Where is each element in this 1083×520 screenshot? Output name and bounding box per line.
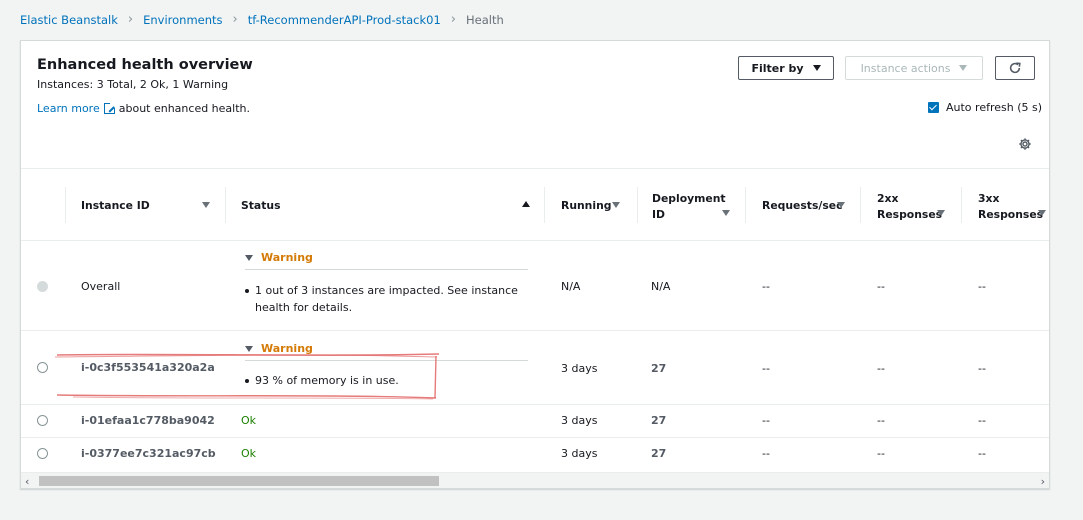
caret-down-icon [245, 254, 253, 261]
row-2xx: -- [877, 414, 885, 427]
gear-icon[interactable] [1018, 137, 1032, 151]
column-header-deployment-id[interactable]: Deployment ID [652, 191, 726, 223]
refresh-button[interactable] [995, 56, 1035, 80]
column-divider [961, 187, 962, 223]
column-header-2xx-line1: 2xx [877, 192, 899, 205]
caret-down-icon [812, 65, 821, 71]
breadcrumb-elastic-beanstalk[interactable]: Elastic Beanstalk [20, 13, 118, 27]
column-header-2xx[interactable]: 2xx Responses [877, 191, 942, 223]
row-2xx: -- [877, 447, 885, 460]
horizontal-scrollbar[interactable]: ‹ › [21, 472, 1049, 488]
row-2xx: -- [877, 280, 885, 293]
row-instance-id[interactable]: i-01efaa1c778ba9042 [81, 414, 215, 427]
row-deployment-id: N/A [651, 280, 671, 293]
sort-ascending-icon[interactable] [522, 201, 530, 207]
caret-down-icon [959, 65, 968, 71]
row-3xx: -- [978, 280, 986, 293]
enhanced-health-panel: Enhanced health overview Instances: 3 To… [20, 40, 1050, 489]
filter-by-button[interactable]: Filter by [738, 56, 834, 80]
row-deployment-id: 27 [651, 447, 667, 460]
row-divider [21, 404, 1049, 405]
scroll-right-icon[interactable]: › [1041, 475, 1045, 488]
cause-text-line1: 1 out of 3 instances are impacted. See i… [255, 284, 518, 297]
breadcrumb: Elastic Beanstalk › Environments › tf-Re… [20, 12, 504, 27]
instance-actions-label: Instance actions [860, 61, 951, 75]
row-select-radio[interactable] [37, 362, 48, 373]
row-running: 3 days [561, 362, 598, 375]
auto-refresh-toggle[interactable]: Auto refresh (5 s) [928, 101, 1042, 114]
row-running: N/A [561, 280, 581, 293]
sort-icon[interactable] [837, 202, 845, 208]
row-2xx: -- [877, 362, 885, 375]
row-select-radio[interactable] [37, 415, 48, 426]
refresh-icon [1009, 62, 1021, 74]
row-divider [21, 330, 1049, 331]
column-header-status[interactable]: Status [241, 199, 281, 212]
row-3xx: -- [978, 447, 986, 460]
learn-more-link[interactable]: Learn more [37, 102, 100, 115]
row-running: 3 days [561, 447, 598, 460]
row-deployment-id: 27 [651, 414, 667, 427]
sort-icon[interactable] [937, 210, 945, 216]
sort-icon[interactable] [612, 202, 620, 208]
learn-more-suffix: about enhanced health. [118, 102, 251, 115]
cause-item: 1 out of 3 instances are impacted. See i… [245, 282, 518, 316]
instances-summary: Instances: 3 Total, 2 Ok, 1 Warning [37, 78, 229, 91]
column-divider [225, 187, 226, 223]
row-select-radio[interactable] [37, 448, 48, 459]
row-deployment-id: 27 [651, 362, 667, 375]
row-divider [21, 437, 1049, 438]
bullet-icon [245, 289, 249, 293]
instance-actions-button[interactable]: Instance actions [845, 56, 983, 80]
annotation-highlight [54, 353, 440, 400]
row-instance-id: Overall [81, 280, 121, 293]
cause-divider [245, 269, 528, 270]
sort-icon[interactable] [722, 210, 730, 216]
column-header-running[interactable]: Running [561, 199, 612, 212]
breadcrumb-environments[interactable]: Environments [143, 13, 222, 27]
checkbox-icon[interactable] [928, 102, 939, 113]
cause-text-line2: health for details. [255, 301, 353, 314]
column-divider [544, 187, 545, 223]
external-link-icon [103, 102, 116, 114]
column-header-3xx-line2: Responses [978, 208, 1044, 221]
status-warning[interactable]: Warning [245, 251, 313, 264]
scrollbar-thumb[interactable] [39, 476, 439, 486]
status-ok[interactable]: Ok [241, 447, 256, 460]
column-header-instance-id[interactable]: Instance ID [81, 199, 150, 212]
column-divider [745, 187, 746, 223]
row-3xx: -- [978, 362, 986, 375]
row-requests: -- [762, 414, 770, 427]
column-divider [65, 187, 66, 223]
row-requests: -- [762, 362, 770, 375]
row-running: 3 days [561, 414, 598, 427]
column-header-3xx[interactable]: 3xx Responses [978, 191, 1043, 223]
learn-more-line: Learn more about enhanced health. [37, 102, 250, 115]
breadcrumb-current: Health [465, 12, 504, 27]
column-header-requests[interactable]: Requests/sec [762, 199, 842, 212]
chevron-right-icon: › [232, 12, 238, 27]
scroll-left-icon[interactable]: ‹ [25, 475, 29, 488]
status-warning-label: Warning [261, 251, 313, 264]
row-instance-id[interactable]: i-0377ee7c321ac97cb [81, 447, 216, 460]
chevron-right-icon: › [127, 12, 134, 27]
row-requests: -- [762, 447, 770, 460]
column-header-deployment-line1: Deployment [652, 192, 726, 205]
breadcrumb-environment[interactable]: tf-RecommenderAPI-Prod-stack01 [248, 13, 441, 27]
column-header-3xx-line1: 3xx [978, 192, 1000, 205]
auto-refresh-label: Auto refresh (5 s) [946, 101, 1043, 114]
column-header-2xx-line2: Responses [877, 208, 943, 221]
column-divider [860, 187, 861, 223]
status-ok[interactable]: Ok [241, 414, 256, 427]
chevron-right-icon: › [450, 12, 456, 27]
row-select-radio [37, 281, 48, 292]
column-header-deployment-line2: ID [652, 208, 665, 221]
row-3xx: -- [978, 414, 986, 427]
sort-icon[interactable] [202, 202, 210, 208]
filter-by-label: Filter by [751, 61, 804, 75]
page-title: Enhanced health overview [37, 57, 253, 73]
row-requests: -- [762, 280, 770, 293]
column-divider [637, 187, 638, 223]
sort-icon[interactable] [1038, 210, 1046, 216]
